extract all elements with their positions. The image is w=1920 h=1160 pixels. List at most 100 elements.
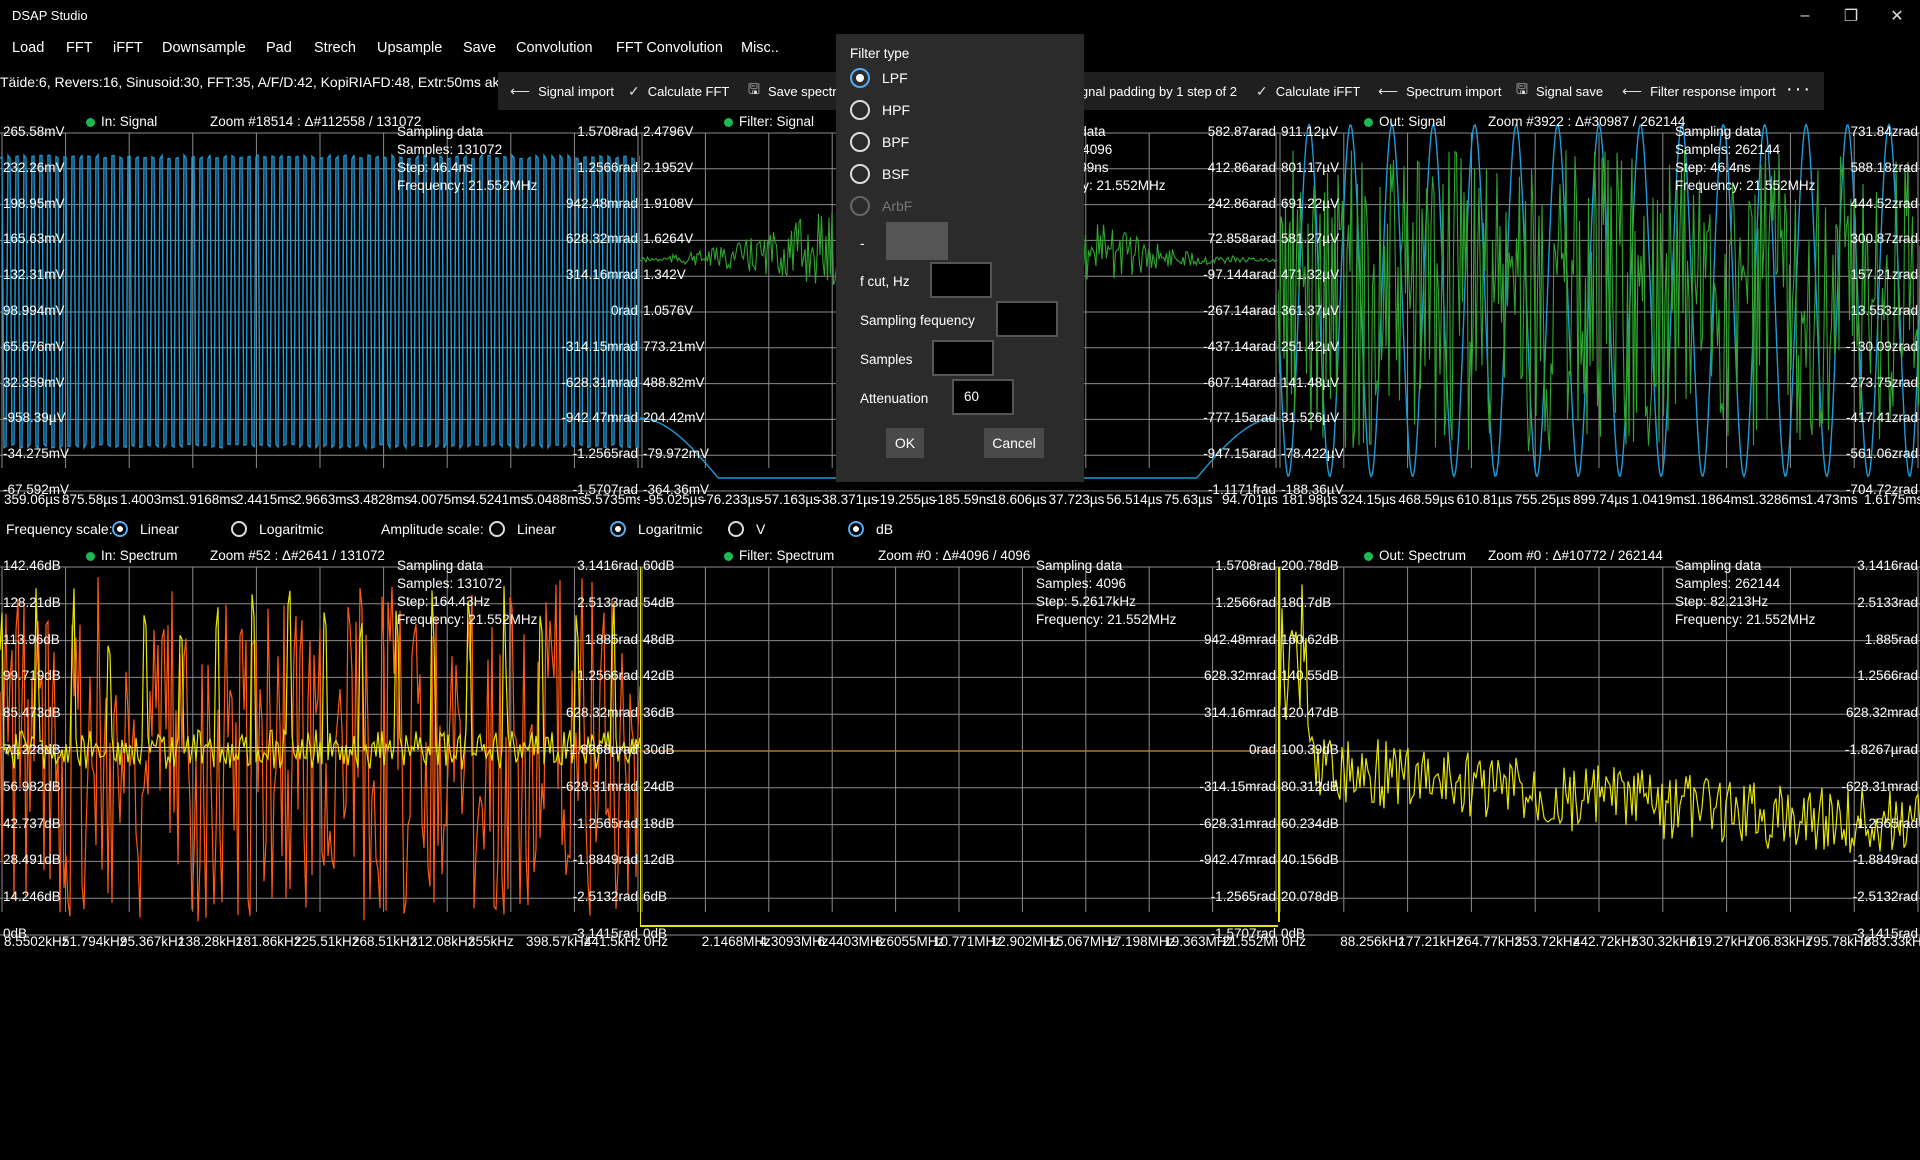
save-spectrum-button[interactable]: 🖫 Save spectru xyxy=(748,72,844,110)
y-tick-label-right: 731.84zrad xyxy=(1850,124,1918,139)
restore-button[interactable]: ❐ xyxy=(1828,0,1874,32)
y-tick-label-left: 98.994mV xyxy=(3,303,65,318)
sampling-info-line: Sampling data xyxy=(1675,558,1762,573)
status-dot-icon xyxy=(724,117,733,127)
x-tick-label: 706.83kHz xyxy=(1747,934,1813,949)
fcut-label: f cut, Hz xyxy=(860,274,910,289)
menu-convolution[interactable]: Convolution xyxy=(516,40,593,56)
y-tick-label-left: 6dB xyxy=(643,889,668,905)
x-tick-label: 1.3286ms xyxy=(1747,492,1807,507)
y-tick-label-right: -2.5132rad xyxy=(1852,889,1918,905)
panel-title: In: Spectrum xyxy=(86,548,178,563)
x-tick-label: 177.21kHz xyxy=(1398,934,1463,949)
y-tick-label-left: 42dB xyxy=(643,668,675,684)
signal-padding-button[interactable]: ignal padding by 1 step of 2 xyxy=(1078,72,1237,110)
cancel-button[interactable]: Cancel xyxy=(984,428,1044,458)
x-tick-label: 138.28kHz xyxy=(178,934,243,949)
arrow-left-icon: ⟵ xyxy=(510,82,531,99)
y-tick-label-right: 3.1416rad xyxy=(577,558,638,573)
x-tick-label: 95.367kHz xyxy=(120,934,185,949)
menu-fft[interactable]: FFT xyxy=(66,40,93,56)
y-tick-label-left: 1.342V xyxy=(643,267,686,283)
amp-linear-radio[interactable]: Linear xyxy=(489,521,556,537)
x-tick-label: 883.33kHz xyxy=(1864,934,1920,949)
filter-response-import-button[interactable]: ⟵ Filter response import xyxy=(1622,72,1776,110)
calculate-fft-button[interactable]: ✓ Calculate FFT xyxy=(628,72,729,110)
y-tick-label-right: 300.87zrad xyxy=(1850,231,1918,247)
signal-save-button[interactable]: 🖫 Signal save xyxy=(1516,72,1603,110)
minimize-button[interactable]: – xyxy=(1782,0,1828,32)
samples-input[interactable] xyxy=(932,340,994,376)
filter-lpf-radio[interactable]: LPF xyxy=(850,68,908,88)
y-tick-label-left: 60.234dB xyxy=(1281,815,1339,831)
x-tick-label: -19.255µs xyxy=(875,492,936,507)
unit-db-radio[interactable]: dB xyxy=(848,521,893,537)
menu-ifft[interactable]: iFFT xyxy=(113,40,143,56)
y-tick-label-right: -1.8849rad xyxy=(572,852,638,868)
x-tick-label: 1.9168ms xyxy=(178,492,238,507)
y-tick-label-left: 265.58mV xyxy=(3,124,65,139)
y-tick-label-left: 60dB xyxy=(643,558,675,573)
amp-log-radio[interactable]: Logaritmic xyxy=(610,521,703,537)
y-tick-label-right: -97.144arad xyxy=(1203,267,1276,283)
y-tick-label-left: 165.63mV xyxy=(3,231,65,247)
freq-linear-radio[interactable]: Linear xyxy=(112,521,179,537)
attenuation-input[interactable]: 60 xyxy=(952,379,1014,415)
menu-load[interactable]: Load xyxy=(12,40,44,56)
panel-title-text: Filter: Spectrum xyxy=(739,548,835,563)
menu-misc[interactable]: Misc.. xyxy=(741,40,779,56)
menu-downsample[interactable]: Downsample xyxy=(162,40,246,56)
y-tick-label-left: 31.526µV xyxy=(1281,410,1340,426)
spectrum-import-button[interactable]: ⟵ Spectrum import xyxy=(1378,72,1501,110)
out-spectrum-plot[interactable]: Out: Spectrum Zoom #0 : Δ#10772 / 262144 S… xyxy=(1278,546,1920,962)
x-tick-label: 442.72kHz xyxy=(1573,934,1638,949)
y-tick-label-left: 48dB xyxy=(643,631,675,647)
ok-button[interactable]: OK xyxy=(886,428,924,458)
x-tick-label: -185.59ns xyxy=(933,492,994,507)
x-tick-label: 324.15µs xyxy=(1340,492,1397,507)
in-signal-plot[interactable]: In: Signal Zoom #18514 : Δ#112558 / 13107… xyxy=(0,112,640,522)
panel-title: In: Signal xyxy=(86,114,157,129)
in-spectrum-plot[interactable]: In: Spectrum Zoom #52 : Δ#2641 / 131072 Sa… xyxy=(0,546,640,962)
y-tick-label-right: 628.32mrad xyxy=(565,705,638,721)
more-options-icon[interactable]: ··· xyxy=(1786,78,1812,101)
menu-pad[interactable]: Pad xyxy=(266,40,292,56)
x-tick-label: 18.606µs xyxy=(990,492,1047,507)
filter-bsf-radio[interactable]: BSF xyxy=(850,164,909,184)
menu-save[interactable]: Save xyxy=(463,40,496,56)
x-tick-label: 2.4415ms xyxy=(236,492,296,507)
filter-hpf-radio[interactable]: HPF xyxy=(850,100,910,120)
menu-strech[interactable]: Strech xyxy=(314,40,356,56)
sampling-info-line: Frequency: 21.552MHz xyxy=(1675,178,1816,193)
y-tick-label-right: -1.8268µrad xyxy=(564,742,638,757)
y-tick-label-right: -628.31mrad xyxy=(561,374,638,390)
x-tick-label: 619.27kHz xyxy=(1689,934,1754,949)
y-tick-label-right: -1.2565rad xyxy=(1210,889,1276,905)
x-tick-label: 875.58µs xyxy=(62,492,118,507)
y-tick-label-left: 198.95mV xyxy=(3,195,65,211)
y-tick-label-left: 200.78dB xyxy=(1281,558,1339,573)
x-tick-label: -57.163µs xyxy=(759,492,820,507)
sampling-info-line: Frequency: 21.552MHz xyxy=(1036,612,1177,627)
y-tick-label-left: 160.62dB xyxy=(1281,631,1339,647)
freq-log-radio[interactable]: Logaritmic xyxy=(231,521,324,537)
sampling-info-line: Step: 164.43Hz xyxy=(397,594,491,609)
y-tick-label-right: 3.1416rad xyxy=(1857,558,1918,573)
panel-title-text: Filter: Signal xyxy=(739,114,815,129)
y-tick-label-left: 20.078dB xyxy=(1281,889,1339,905)
signal-import-button[interactable]: ⟵ Signal import xyxy=(510,72,614,110)
dialog-title: Filter type xyxy=(850,46,910,61)
filter-spectrum-plot[interactable]: Filter: Spectrum Zoom #0 : Δ#4096 / 4096 S… xyxy=(640,546,1278,962)
sampling-frequency-input[interactable] xyxy=(996,301,1058,337)
menu-fft-convolution[interactable]: FFT Convolution xyxy=(616,40,723,56)
filter-bpf-radio[interactable]: BPF xyxy=(850,132,909,152)
fcut-input[interactable] xyxy=(930,262,992,298)
y-tick-label-right: 588.18zrad xyxy=(1850,159,1918,175)
menu-upsample[interactable]: Upsample xyxy=(377,40,442,56)
out-signal-plot[interactable]: Out: Signal Zoom #3922 : Δ#30987 / 262144… xyxy=(1278,112,1920,522)
calculate-ifft-button[interactable]: ✓ Calculate iFFT xyxy=(1256,72,1360,110)
unit-v-radio[interactable]: V xyxy=(728,521,765,537)
sampling-info-line: Sampling data xyxy=(1036,558,1123,573)
x-tick-label: 94.701µs xyxy=(1222,492,1278,507)
close-button[interactable]: ✕ xyxy=(1874,0,1920,32)
